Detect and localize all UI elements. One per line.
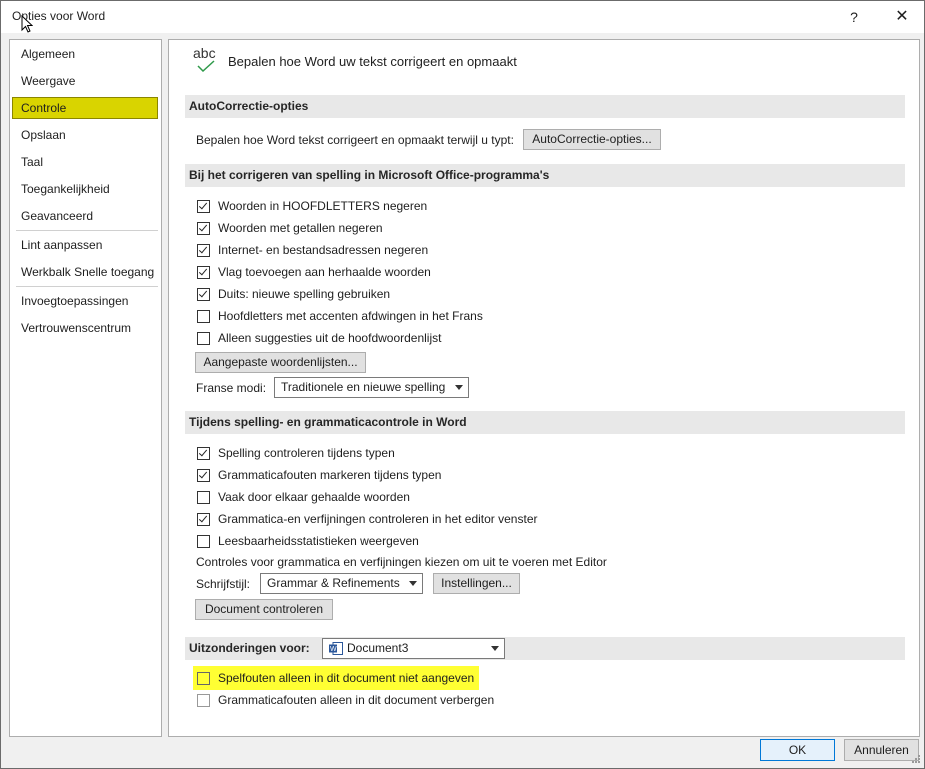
nav-item-invoegtoepassingen[interactable]: Invoegtoepassingen — [12, 290, 158, 312]
nav-item-vertrouwenscentrum[interactable]: Vertrouwenscentrum — [12, 317, 158, 339]
svg-text:W: W — [330, 646, 337, 653]
option-german-spelling[interactable]: Duits: nieuwe spelling gebruiken — [197, 285, 390, 303]
category-nav: Algemeen Weergave Controle Opslaan Taal … — [9, 39, 162, 737]
checkbox[interactable] — [197, 309, 210, 323]
cancel-button[interactable]: Annuleren — [844, 739, 919, 761]
checkbox[interactable] — [197, 221, 210, 235]
nav-item-toegankelijkheid[interactable]: Toegankelijkheid — [12, 178, 158, 200]
french-modes-label: Franse modi: — [196, 381, 267, 395]
option-flag-repeated[interactable]: Vlag toevoegen aan herhaalde woorden — [197, 263, 431, 281]
option-ignore-uppercase[interactable]: Woorden in HOOFDLETTERS negeren — [197, 197, 427, 215]
checkbox[interactable] — [197, 534, 210, 548]
nav-item-algemeen[interactable]: Algemeen — [12, 43, 158, 65]
option-check-spelling[interactable]: Spelling controleren tijdens typen — [197, 444, 395, 462]
checkbox[interactable] — [197, 331, 210, 345]
option-ignore-internet[interactable]: Internet- en bestandsadressen negeren — [197, 241, 428, 259]
option-hide-grammar-errors[interactable]: Grammaticafouten alleen in dit document … — [197, 691, 494, 709]
section-word-spelling: Tijdens spelling- en grammaticacontrole … — [185, 411, 905, 434]
check-document-button[interactable]: Document controleren — [195, 599, 333, 620]
nav-item-werkbalk-snelle-toegang[interactable]: Werkbalk Snelle toegang — [12, 261, 158, 283]
checkbox[interactable] — [197, 199, 210, 213]
exceptions-document-select[interactable]: W Document3 — [322, 638, 505, 659]
mouse-cursor-icon — [21, 15, 33, 33]
option-ignore-numbers[interactable]: Woorden met getallen negeren — [197, 219, 383, 237]
nav-item-taal[interactable]: Taal — [12, 151, 158, 173]
title-bar: Opties voor Word ? ✕ — [1, 1, 924, 33]
nav-divider — [16, 230, 158, 231]
checkbox[interactable] — [197, 468, 210, 482]
section-office-spelling: Bij het corrigeren van spelling in Micro… — [185, 164, 905, 187]
word-document-icon: W — [329, 642, 343, 655]
chevron-down-icon — [409, 581, 417, 586]
autocorrect-description: Bepalen hoe Word tekst corrigeert en opm… — [196, 133, 514, 147]
nav-item-geavanceerd[interactable]: Geavanceerd — [12, 205, 158, 227]
option-mark-grammar[interactable]: Grammaticafouten markeren tijdens typen — [197, 466, 441, 484]
french-modes-select[interactable]: Traditionele en nieuwe spelling — [274, 377, 469, 398]
custom-dictionaries-button[interactable]: Aangepaste woordenlijsten... — [195, 352, 366, 373]
section-autocorrect: AutoCorrectie-opties — [185, 95, 905, 118]
nav-item-opslaan[interactable]: Opslaan — [12, 124, 158, 146]
exceptions-label: Uitzonderingen voor: — [189, 641, 310, 655]
option-readability[interactable]: Leesbaarheidsstatistieken weergeven — [197, 532, 419, 550]
nav-item-weergave[interactable]: Weergave — [12, 70, 158, 92]
proofing-content: abc Bepalen hoe Word uw tekst corrigeert… — [168, 39, 920, 737]
page-heading: Bepalen hoe Word uw tekst corrigeert en … — [228, 54, 517, 69]
nav-item-controle[interactable]: Controle — [12, 97, 158, 119]
settings-button[interactable]: Instellingen... — [433, 573, 520, 594]
checkbox[interactable] — [197, 243, 210, 257]
resize-grip-icon[interactable] — [909, 754, 921, 766]
option-editor-pane[interactable]: Grammatica-en verfijningen controleren i… — [197, 510, 538, 528]
checkbox[interactable] — [197, 512, 210, 526]
nav-divider — [16, 286, 158, 287]
checkbox[interactable] — [197, 265, 210, 279]
autocorrect-options-button[interactable]: AutoCorrectie-opties... — [523, 129, 661, 150]
section-exceptions: Uitzonderingen voor: — [185, 637, 905, 660]
nav-item-lint-aanpassen[interactable]: Lint aanpassen — [12, 234, 158, 256]
writing-style-label: Schrijfstijl: — [196, 577, 251, 591]
abc-check-icon: abc — [193, 45, 216, 72]
chevron-down-icon — [455, 385, 463, 390]
checkbox[interactable] — [197, 490, 210, 504]
checkbox[interactable] — [197, 446, 210, 460]
options-dialog: Opties voor Word ? ✕ Algemeen Weergave C… — [0, 0, 925, 769]
close-button[interactable]: ✕ — [887, 5, 917, 29]
option-hide-spelling-errors[interactable]: Spelfouten alleen in dit document niet a… — [197, 669, 474, 687]
help-button[interactable]: ? — [839, 5, 869, 29]
writing-style-select[interactable]: Grammar & Refinements — [260, 573, 423, 594]
chevron-down-icon — [491, 646, 499, 651]
ok-button[interactable]: OK — [760, 739, 835, 761]
option-french-accents[interactable]: Hoofdletters met accenten afdwingen in h… — [197, 307, 483, 325]
option-main-dictionary[interactable]: Alleen suggesties uit de hoofdwoordenlij… — [197, 329, 441, 347]
option-confused-words[interactable]: Vaak door elkaar gehaalde woorden — [197, 488, 410, 506]
checkbox[interactable] — [197, 287, 210, 301]
editor-note: Controles voor grammatica en verfijninge… — [196, 555, 607, 569]
checkbox[interactable] — [197, 693, 210, 707]
checkbox[interactable] — [197, 671, 210, 685]
